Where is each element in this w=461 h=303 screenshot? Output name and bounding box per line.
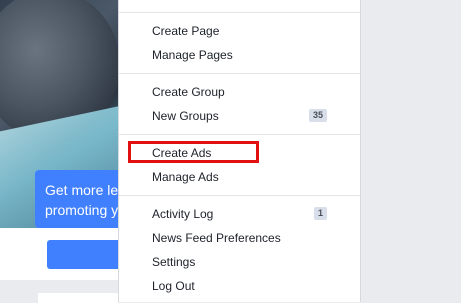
activity-log-count-badge: 1 <box>314 207 328 220</box>
menu-item-manage-ads[interactable]: Manage Ads <box>152 169 219 185</box>
menu-item-create-page[interactable]: Create Page <box>152 23 219 39</box>
menu-divider <box>119 12 360 13</box>
menu-item-activity-log[interactable]: Activity Log <box>152 206 213 222</box>
menu-item-settings[interactable]: Settings <box>152 254 195 270</box>
menu-divider <box>119 73 360 74</box>
promo-banner[interactable]: Get more le promoting y <box>35 170 125 228</box>
page-background <box>361 0 461 302</box>
menu-divider <box>119 134 360 135</box>
promo-text-line2: promoting y <box>45 202 119 218</box>
menu-item-news-feed-preferences[interactable]: News Feed Preferences <box>152 230 281 246</box>
new-groups-count-badge: 35 <box>309 109 328 122</box>
menu-item-log-out[interactable]: Log Out <box>152 278 195 294</box>
menu-item-new-groups[interactable]: New Groups <box>152 108 219 124</box>
promote-button[interactable] <box>47 240 118 269</box>
feed-area <box>0 280 118 303</box>
menu-item-create-ads[interactable]: Create Ads <box>152 145 211 161</box>
menu-item-manage-pages[interactable]: Manage Pages <box>152 47 233 63</box>
menu-divider <box>119 195 360 196</box>
menu-item-create-group[interactable]: Create Group <box>152 84 225 100</box>
promo-text-line1: Get more le <box>45 182 119 198</box>
account-dropdown-menu: Create Page Manage Pages Create Group Ne… <box>118 0 361 302</box>
